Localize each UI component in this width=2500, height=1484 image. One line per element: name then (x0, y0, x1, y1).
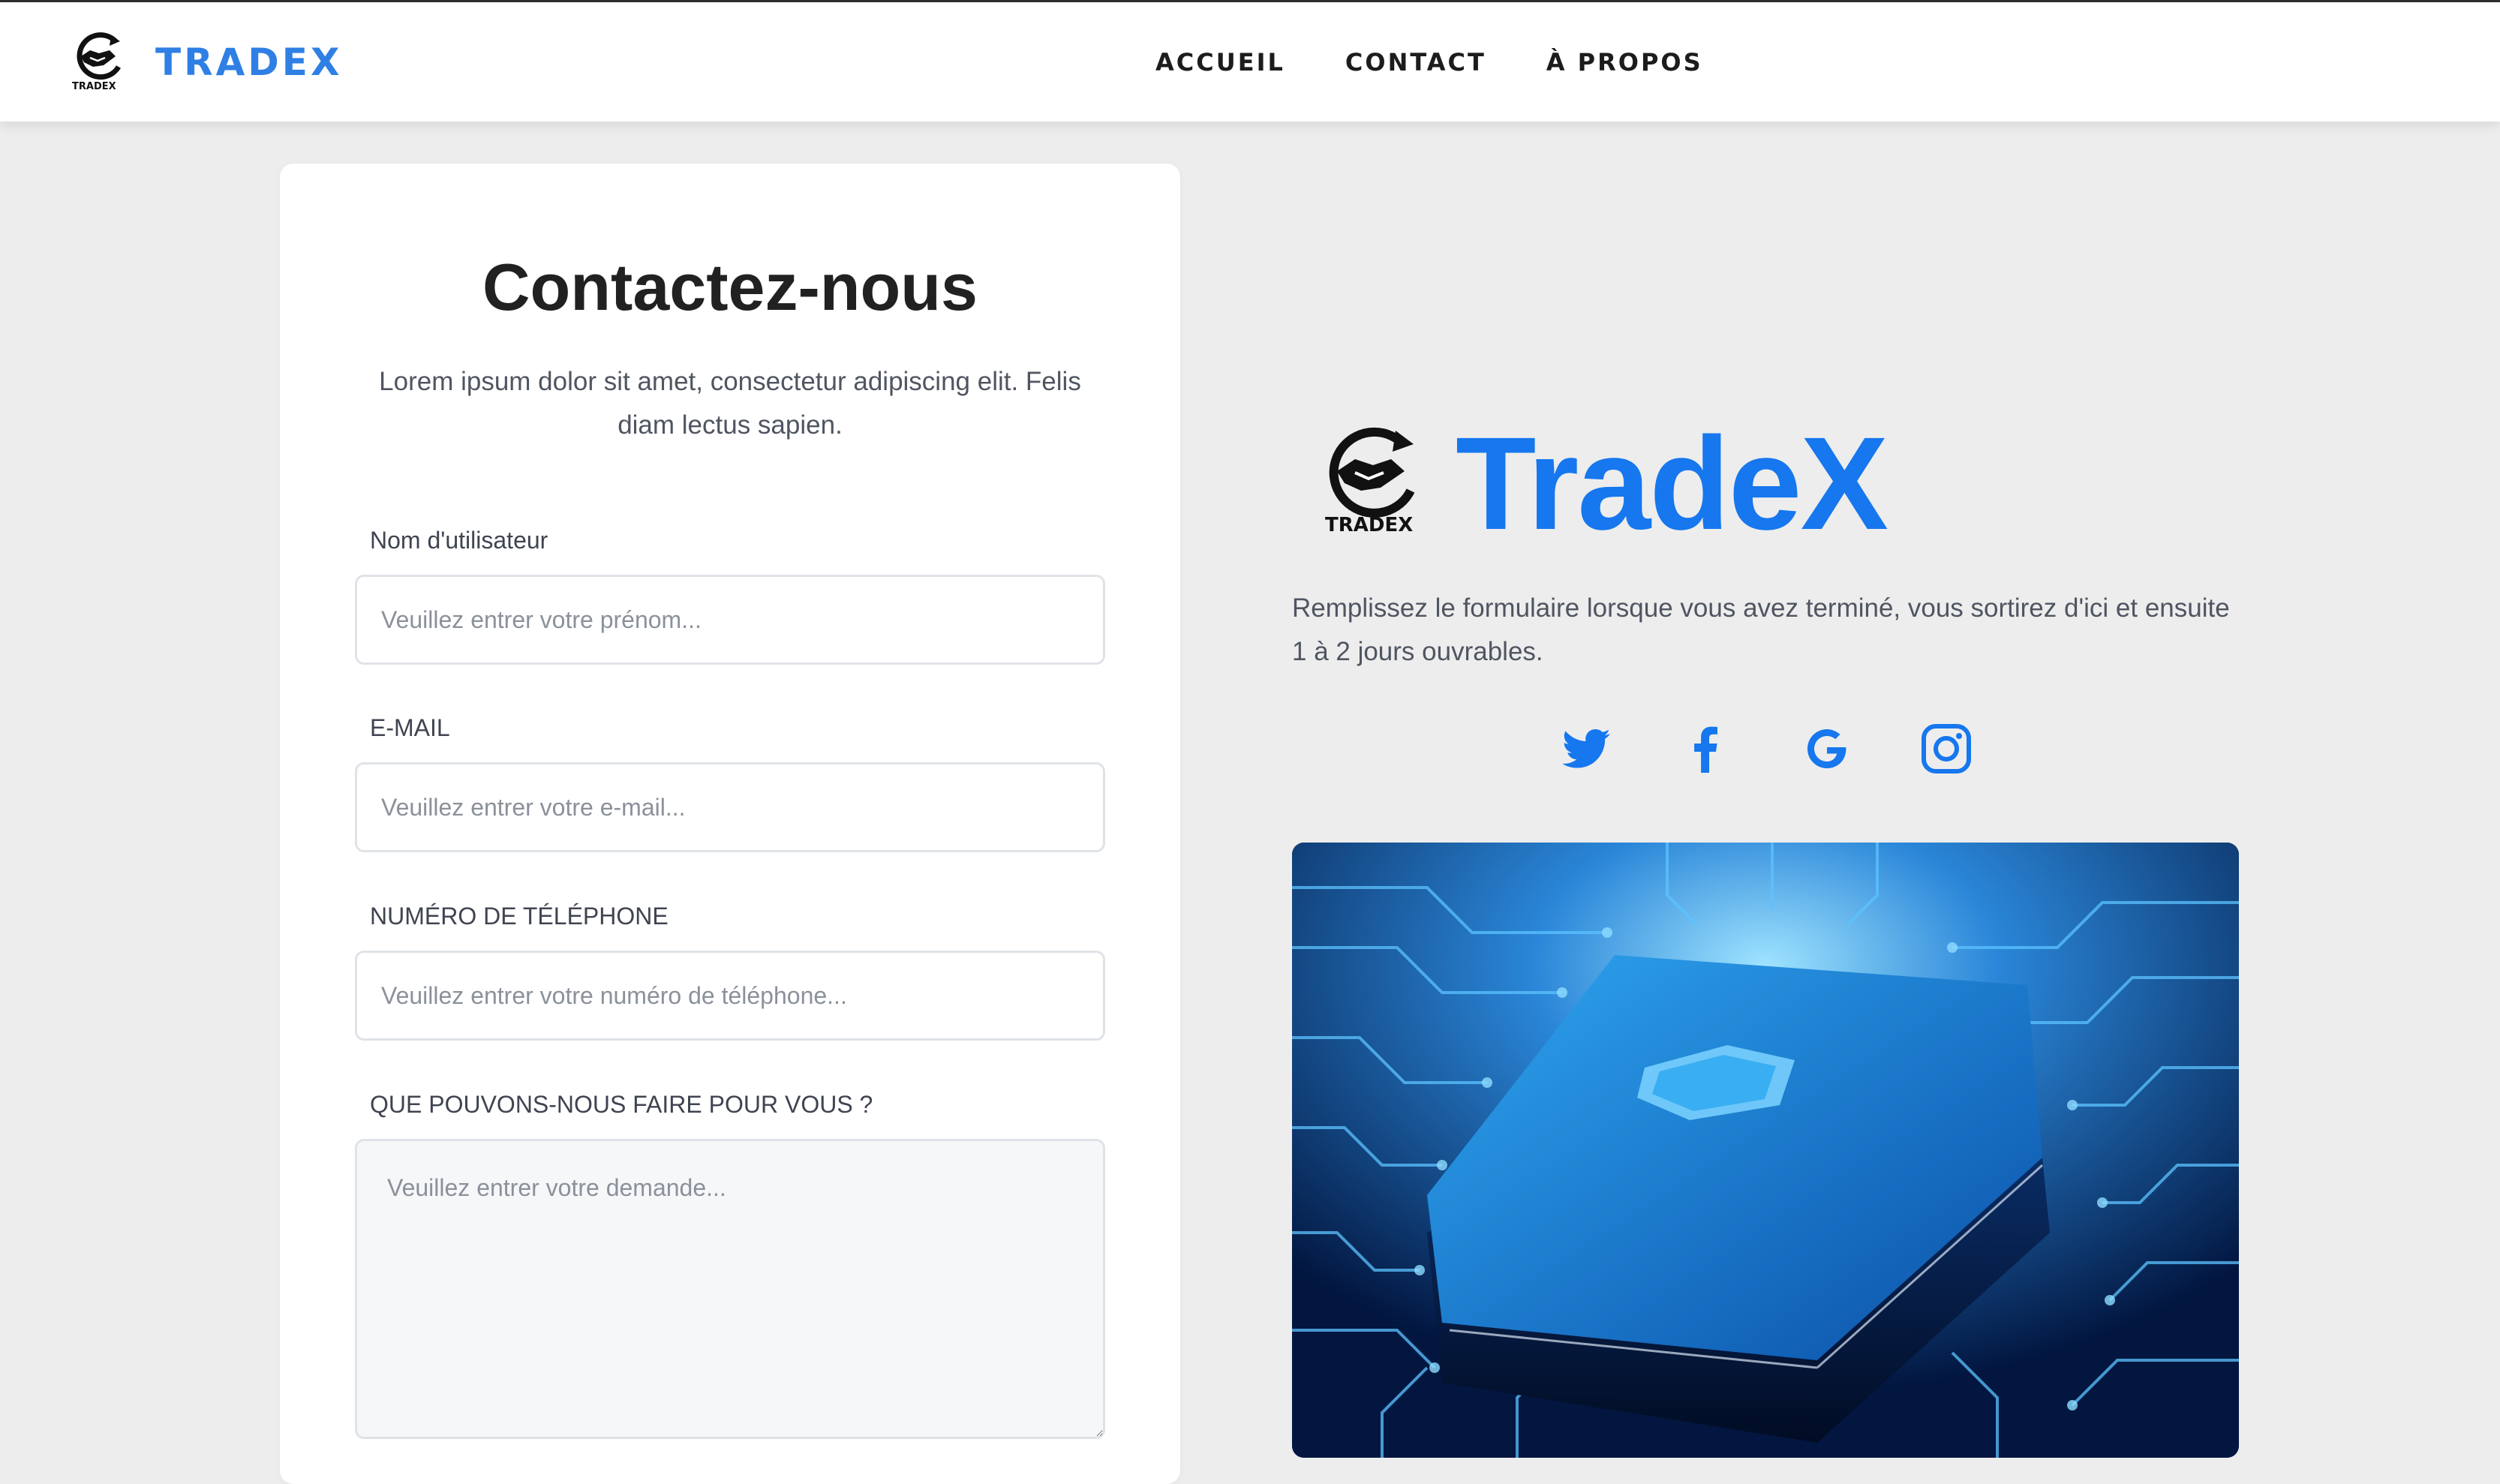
hero-illustration (1292, 843, 2239, 1458)
svg-text:TRADEX: TRADEX (1325, 514, 1413, 536)
request-textarea[interactable] (355, 1139, 1105, 1439)
email-input[interactable] (355, 762, 1105, 852)
form-subtitle: Lorem ipsum dolor sit amet, consectetur … (379, 367, 1081, 440)
google-icon[interactable] (1796, 719, 1856, 779)
nav-link-accueil[interactable]: ACCUEIL (1155, 46, 1285, 79)
svg-text:TRADEX: TRADEX (72, 81, 116, 92)
facebook-icon[interactable] (1676, 719, 1736, 779)
circuit-board-chip-image (1292, 843, 2239, 1458)
username-input[interactable] (355, 575, 1105, 665)
nav-link-contact[interactable]: CONTACT (1345, 46, 1486, 79)
request-label: QUE POUVONS-NOUS FAIRE POUR VOUS ? (370, 1091, 873, 1118)
tradex-brand-logo-icon: TRADEX (1325, 427, 1415, 536)
tradex-logo-icon[interactable]: TRADEX (71, 28, 126, 92)
form-title: Contactez-nous (482, 250, 978, 324)
nav-link-a-propos[interactable]: À PROPOS (1546, 46, 1703, 79)
brand-description: Remplissez le formulaire lorsque vous av… (1292, 593, 2230, 666)
phone-label: NUMÉRO DE TÉLÉPHONE (370, 903, 669, 930)
email-label: E-MAIL (370, 714, 450, 741)
nav-links: ACCUEIL CONTACT À PROPOS (1155, 46, 1703, 79)
contact-form-card: Contactez-nous Lorem ipsum dolor sit ame… (280, 164, 1180, 1484)
phone-input[interactable] (355, 951, 1105, 1041)
instagram-icon[interactable] (1916, 719, 1976, 779)
nav-brand-name[interactable]: TRADEX (155, 40, 343, 85)
navbar: TRADEX TRADEX ACCUEIL CONTACT À PROPOS (0, 2, 2500, 122)
username-label: Nom d'utilisateur (370, 527, 548, 554)
twitter-icon[interactable] (1556, 719, 1616, 779)
brand-name: TradeX (1456, 410, 1889, 557)
